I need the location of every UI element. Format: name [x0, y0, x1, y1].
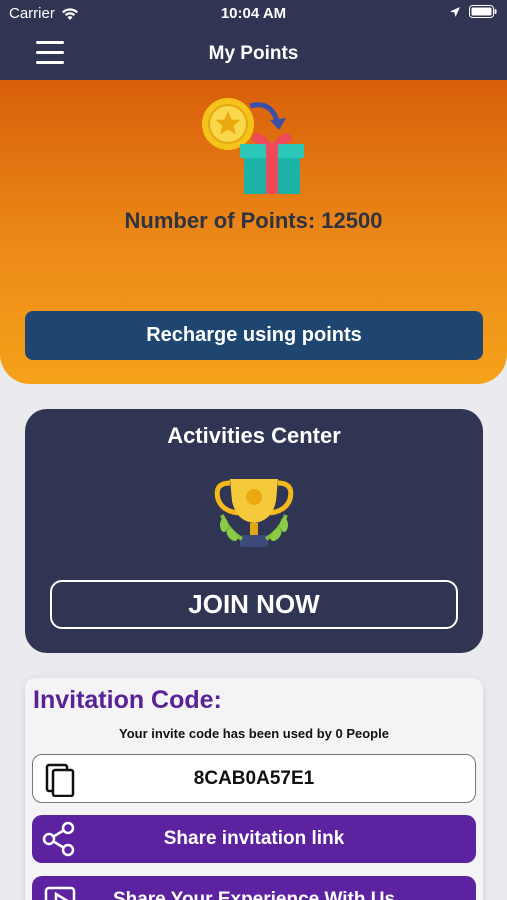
coin-gift-icon: [202, 98, 304, 194]
invitation-card: Invitation Code: Your invite code has be…: [25, 678, 483, 900]
invite-code: 8CAB0A57E1: [193, 768, 315, 789]
share-invitation-label: Share invitation link: [163, 828, 345, 849]
share-invitation-button[interactable]: Share invitation link: [32, 815, 476, 863]
status-right: [449, 5, 497, 18]
share-experience-button[interactable]: Share Your Experience With Us: [32, 876, 476, 900]
points-count: Number of Points: 12500: [124, 208, 383, 233]
share-experience-label: Share Your Experience With Us: [112, 889, 396, 900]
points-panel: Number of Points: 12500 Recharge using p…: [0, 80, 507, 384]
join-now-button[interactable]: JOIN NOW: [50, 580, 458, 629]
status-time: 10:04 AM: [220, 5, 287, 22]
activities-title: Activities Center: [167, 423, 341, 448]
status-bar: Carrier 10:04 AM: [0, 0, 507, 28]
recharge-button[interactable]: Recharge using points: [25, 311, 483, 360]
nav-bar: My Points: [0, 28, 507, 80]
invitation-heading: Invitation Code:: [33, 686, 222, 714]
invite-usage-text: Your invite code has been used by 0 Peop…: [119, 726, 389, 741]
battery-icon: [469, 5, 497, 18]
location-arrow-icon: [450, 6, 460, 17]
page-title: My Points: [208, 43, 299, 64]
trophy-icon: [214, 479, 294, 547]
activities-card: Activities Center JOIN NOW: [25, 409, 483, 653]
invite-code-box: 8CAB0A57E1: [32, 754, 476, 803]
